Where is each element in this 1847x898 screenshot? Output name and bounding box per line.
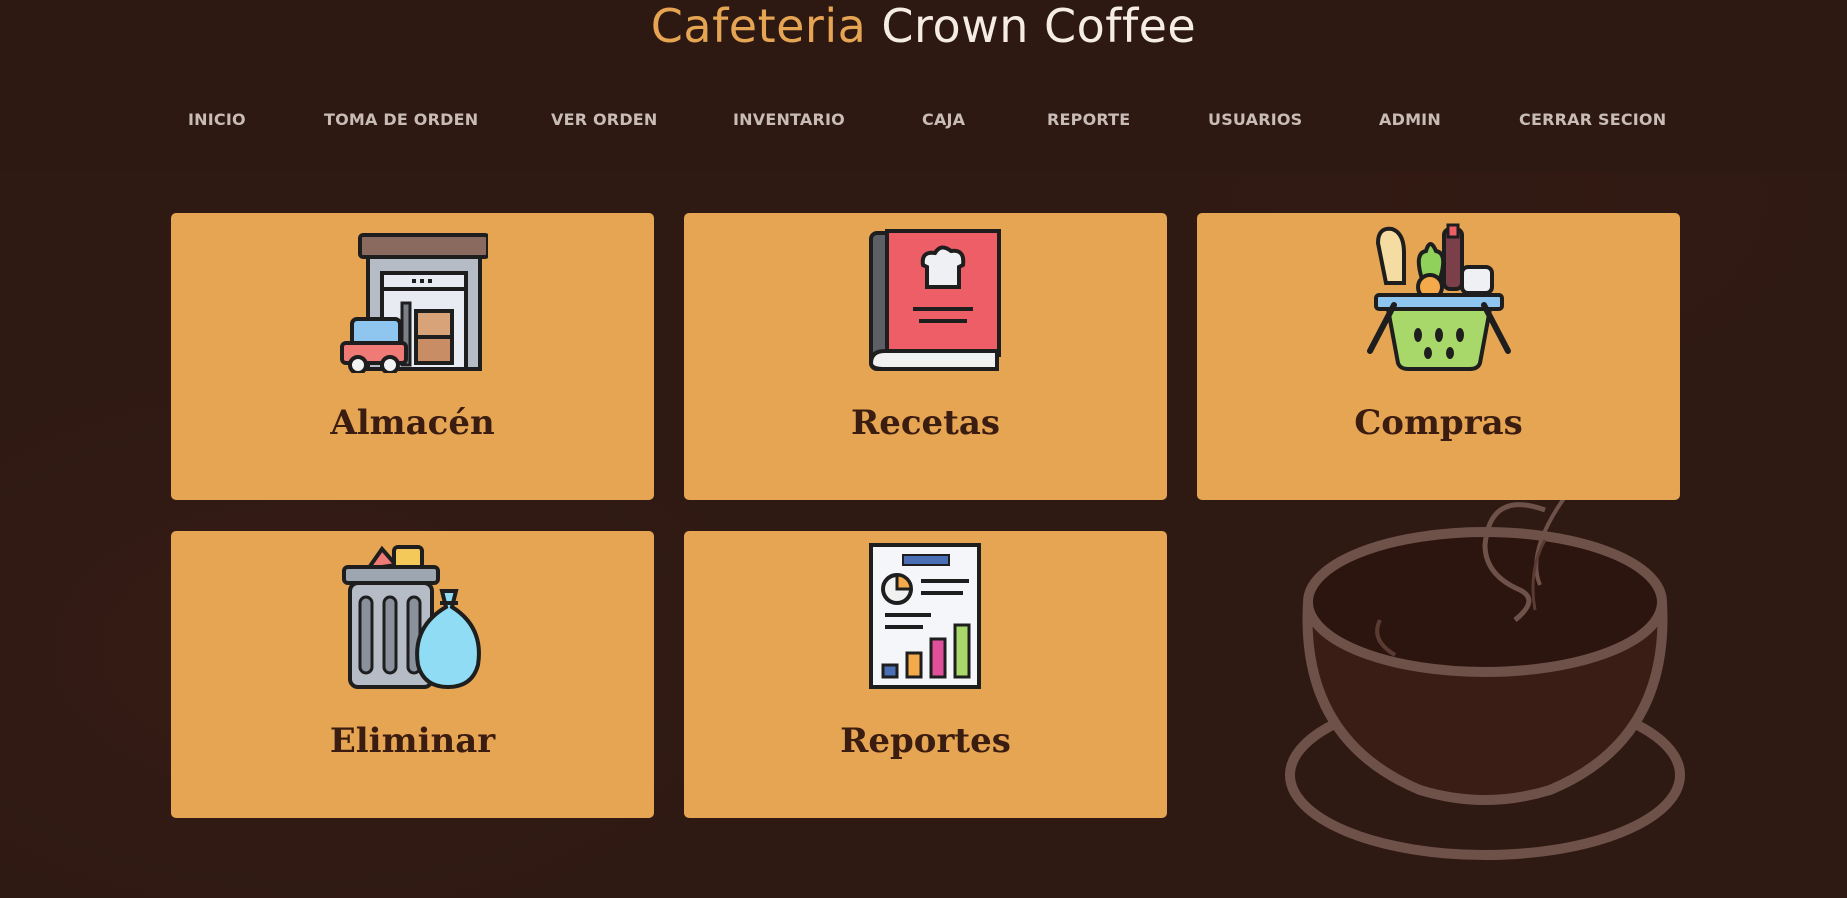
nav-inventario[interactable]: INVENTARIO bbox=[733, 106, 845, 134]
card-label: Reportes bbox=[840, 721, 1011, 761]
nav-caja[interactable]: CAJA bbox=[922, 106, 965, 134]
site-header: Cafeteria Crown Coffee INICIO TOMA DE OR… bbox=[0, 0, 1847, 172]
trash-can-icon bbox=[341, 545, 481, 690]
recipe-book-icon bbox=[868, 229, 1001, 371]
shopping-basket-icon bbox=[1366, 223, 1511, 371]
warehouse-icon bbox=[339, 233, 488, 373]
card-recetas[interactable]: Recetas bbox=[684, 213, 1167, 500]
card-label: Almacén bbox=[330, 403, 495, 443]
nav-usuarios[interactable]: USUARIOS bbox=[1208, 106, 1302, 134]
nav-ver-orden[interactable]: VER ORDEN bbox=[551, 106, 658, 134]
card-label: Recetas bbox=[850, 403, 1001, 443]
nav-admin[interactable]: ADMIN bbox=[1379, 106, 1441, 134]
nav-cerrar-secion[interactable]: CERRAR SECION bbox=[1519, 106, 1666, 134]
report-icon bbox=[868, 543, 981, 689]
card-label: Eliminar bbox=[329, 721, 496, 761]
coffee-cup-illustration bbox=[1285, 490, 1685, 860]
brand-title: Cafeteria Crown Coffee bbox=[650, 0, 1197, 53]
card-compras[interactable]: Compras bbox=[1197, 213, 1680, 500]
nav-reporte[interactable]: REPORTE bbox=[1047, 106, 1130, 134]
card-reportes[interactable]: Reportes bbox=[684, 531, 1167, 818]
card-eliminar[interactable]: Eliminar bbox=[171, 531, 654, 818]
card-label: Compras bbox=[1354, 403, 1523, 443]
nav-toma-de-orden[interactable]: TOMA DE ORDEN bbox=[324, 106, 478, 134]
nav-inicio[interactable]: INICIO bbox=[188, 106, 246, 134]
card-almacen[interactable]: Almacén bbox=[171, 213, 654, 500]
main-nav: INICIO TOMA DE ORDEN VER ORDEN INVENTARI… bbox=[0, 106, 1847, 134]
